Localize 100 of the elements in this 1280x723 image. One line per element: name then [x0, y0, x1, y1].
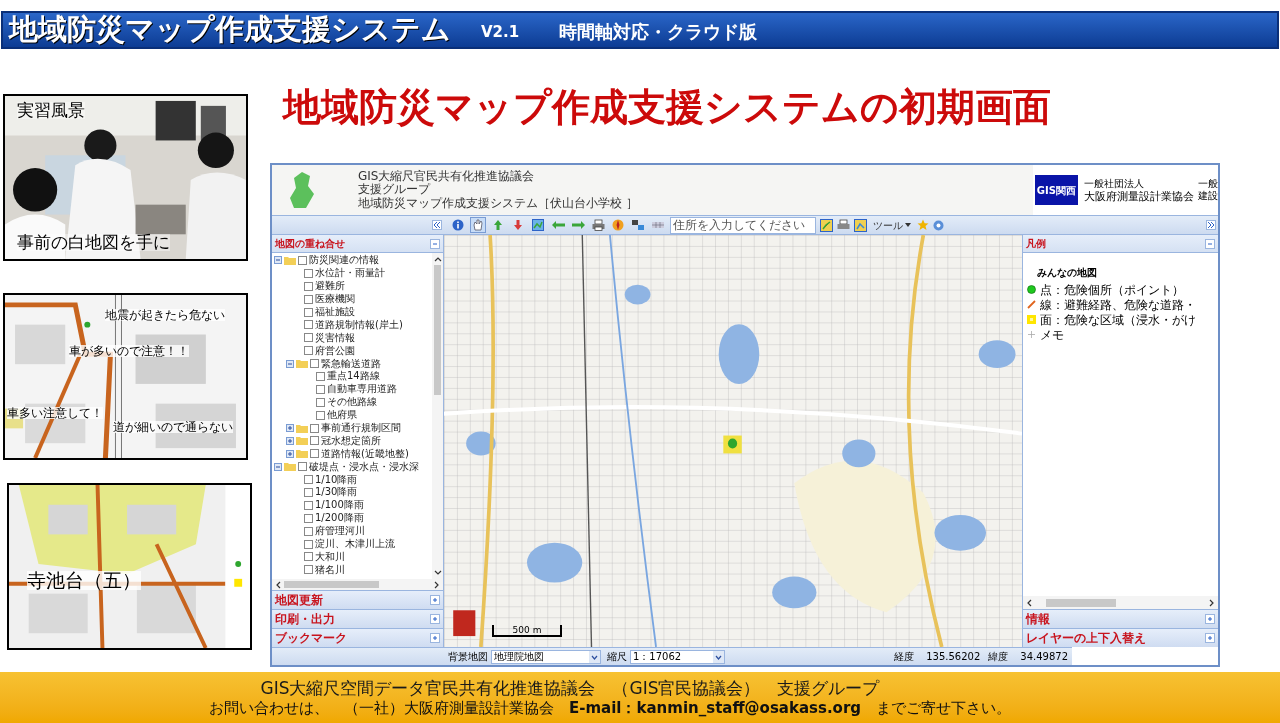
- layer-label[interactable]: 道路規制情報(岸土): [315, 319, 403, 330]
- layer-label[interactable]: 破堤点・浸水点・浸水深: [309, 461, 419, 472]
- layer-label[interactable]: 1/200降雨: [315, 513, 364, 524]
- expand-icon[interactable]: [286, 449, 294, 458]
- caret-icon: [713, 650, 724, 663]
- section-title[interactable]: 地図更新: [275, 591, 323, 609]
- checkbox[interactable]: [310, 359, 319, 369]
- layer-label[interactable]: 福祉施設: [315, 307, 355, 317]
- checkbox[interactable]: [304, 268, 313, 278]
- checkbox[interactable]: [310, 423, 319, 433]
- layer-label[interactable]: 1/10降雨: [315, 474, 358, 485]
- horizontal-scrollbar[interactable]: [272, 579, 443, 590]
- layer-label[interactable]: 猪名川: [315, 564, 345, 575]
- layer-label[interactable]: 事前通行規制区間: [321, 423, 401, 433]
- arrow-right-icon[interactable]: [571, 221, 585, 229]
- layer-label[interactable]: 防災関連の情報: [309, 255, 379, 266]
- collapse-panel-icon[interactable]: [432, 220, 442, 230]
- panel-section-header[interactable]: レイヤーの上下入替え: [1023, 628, 1218, 647]
- expand-icon[interactable]: [286, 436, 294, 445]
- section-title[interactable]: ブックマーク: [275, 629, 347, 647]
- checkbox[interactable]: [316, 410, 325, 420]
- checkbox[interactable]: [316, 371, 325, 381]
- layer-label[interactable]: 冠水想定箇所: [321, 435, 381, 446]
- scroll-left-icon[interactable]: [276, 580, 281, 589]
- layer-label[interactable]: 自動車専用道路: [327, 384, 397, 395]
- layer-label[interactable]: 1/30降雨: [315, 487, 358, 498]
- layer-label[interactable]: 医療機関: [315, 294, 355, 305]
- checkbox[interactable]: [304, 500, 313, 510]
- checkbox[interactable]: [310, 436, 319, 446]
- layer-label[interactable]: 他府県: [327, 410, 357, 421]
- section-title[interactable]: レイヤーの上下入替え: [1026, 629, 1146, 647]
- checkbox[interactable]: [304, 475, 313, 485]
- layer-label[interactable]: 大和川: [315, 551, 345, 562]
- layer-label[interactable]: 災害情報: [315, 332, 355, 343]
- layer-label[interactable]: 淀川、木津川上流: [315, 539, 395, 550]
- system-title: 地域防災マップ作成支援システム［伏山台小学校 ］: [358, 197, 638, 210]
- address-field[interactable]: 住所を入力してください: [670, 216, 816, 234]
- checkbox[interactable]: [310, 449, 319, 459]
- expand-panel-icon[interactable]: [1206, 220, 1216, 230]
- image-icon[interactable]: [854, 218, 867, 232]
- checkbox[interactable]: [304, 487, 313, 497]
- collapse-icon[interactable]: [274, 256, 282, 265]
- checkbox[interactable]: [316, 397, 325, 407]
- panel-section-header[interactable]: ブックマーク: [272, 628, 443, 647]
- layer-label[interactable]: 緊急輸送道路: [321, 358, 381, 369]
- checkbox[interactable]: [304, 294, 313, 304]
- scroll-left-icon[interactable]: [1027, 598, 1032, 607]
- layer-label[interactable]: 水位計・雨量計: [315, 268, 385, 279]
- slide-heading: 地域防災マップ作成支援システムの初期画面: [283, 84, 1051, 131]
- expand-icon[interactable]: [430, 633, 440, 643]
- section-title[interactable]: 印刷・出力: [275, 610, 335, 628]
- checkbox[interactable]: [304, 320, 313, 330]
- checkbox[interactable]: [298, 462, 307, 472]
- map-view[interactable]: 500 m: [444, 235, 1022, 647]
- layer-label[interactable]: 府営公園: [315, 345, 355, 356]
- checkbox[interactable]: [304, 552, 313, 562]
- checkbox[interactable]: [316, 384, 325, 394]
- expand-icon[interactable]: [1205, 614, 1215, 624]
- checkbox[interactable]: [298, 255, 307, 265]
- arrow-left-icon[interactable]: [551, 221, 565, 229]
- collapse-icon[interactable]: [286, 359, 294, 368]
- scroll-right-icon[interactable]: [1209, 598, 1214, 607]
- layer-label[interactable]: 府管理河川: [315, 526, 365, 537]
- panel-section-header[interactable]: 情報: [1023, 609, 1218, 628]
- checkbox[interactable]: [304, 539, 313, 549]
- scroll-right-icon[interactable]: [434, 580, 439, 589]
- tools-menu-button[interactable]: ツール: [871, 217, 913, 233]
- layer-label[interactable]: その他路線: [327, 397, 377, 408]
- background-map-select[interactable]: 地理院地図: [491, 649, 601, 664]
- horizontal-scrollbar[interactable]: [1023, 596, 1218, 609]
- expand-icon[interactable]: [430, 595, 440, 605]
- grid-icon[interactable]: [652, 222, 664, 228]
- printer-icon[interactable]: [837, 219, 850, 231]
- checkbox[interactable]: [304, 565, 313, 575]
- layer-label[interactable]: 道路情報(近畿地整): [321, 448, 409, 459]
- expand-icon[interactable]: [430, 614, 440, 624]
- layer-label[interactable]: 重点14路線: [327, 371, 380, 382]
- checkbox[interactable]: [304, 526, 313, 536]
- layer-label[interactable]: 避難所: [315, 281, 345, 292]
- section-title[interactable]: 情報: [1026, 610, 1050, 628]
- checkbox[interactable]: [304, 513, 313, 523]
- collapse-icon[interactable]: [274, 462, 282, 471]
- panel-section-header[interactable]: 地図更新: [272, 590, 443, 609]
- scale-select[interactable]: 1：17062: [630, 649, 725, 664]
- checkbox[interactable]: [304, 333, 313, 343]
- collapse-icon[interactable]: [430, 238, 440, 249]
- checkbox[interactable]: [304, 307, 313, 317]
- scroll-down-icon[interactable]: [433, 570, 442, 575]
- star-icon[interactable]: [917, 219, 929, 231]
- caption-text: 車が多いので注意！！: [69, 345, 189, 357]
- panel-title: 凡例: [1026, 237, 1046, 251]
- checkbox[interactable]: [304, 281, 313, 291]
- panel-section-header[interactable]: 印刷・出力: [272, 609, 443, 628]
- expand-icon[interactable]: [1205, 633, 1215, 643]
- expand-icon[interactable]: [286, 424, 294, 432]
- scroll-up-icon[interactable]: [433, 257, 442, 262]
- checkbox[interactable]: [304, 346, 313, 356]
- vertical-scrollbar[interactable]: [432, 253, 443, 579]
- layer-label[interactable]: 1/100降雨: [315, 500, 364, 511]
- collapse-icon[interactable]: [1205, 238, 1215, 249]
